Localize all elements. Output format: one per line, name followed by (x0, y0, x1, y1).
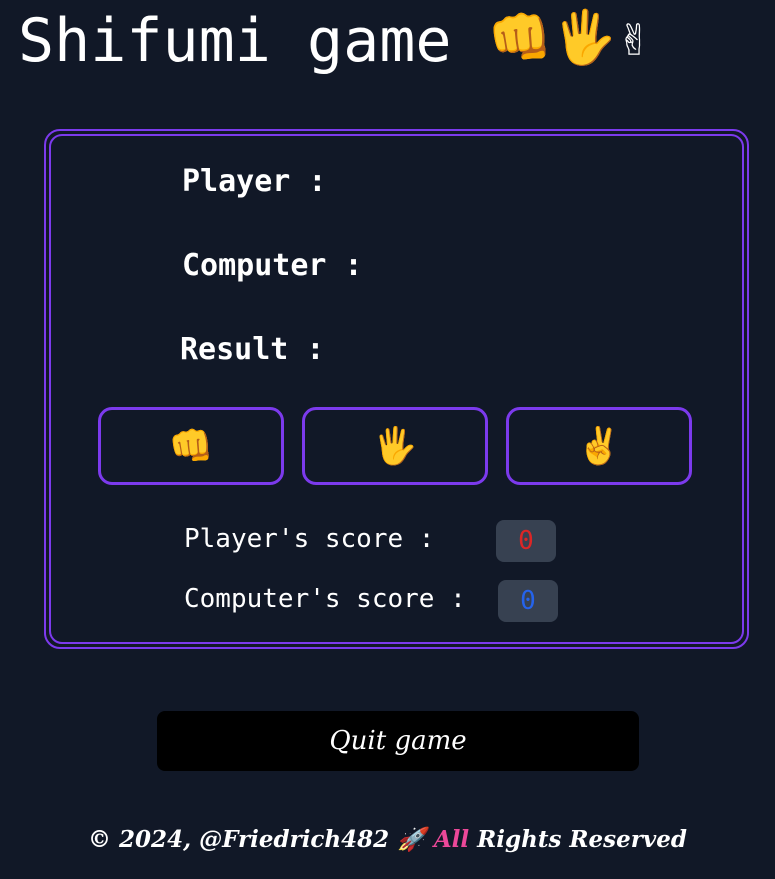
footer-suffix: Rights Reserved (469, 826, 687, 853)
hand-icon: 🖐 (372, 425, 418, 466)
scissors-button[interactable]: ✌ (506, 407, 692, 485)
computer-score-value: 0 (520, 586, 536, 616)
computer-choice-row: Computer : (182, 248, 363, 283)
fist-icon: 👊 (168, 425, 214, 466)
result-row: Result : (180, 332, 325, 367)
result-label: Result : (180, 332, 325, 367)
paper-button[interactable]: 🖐 (302, 407, 488, 485)
computer-score-label: Computer's score : (184, 584, 466, 614)
computer-score-badge: 0 (498, 580, 558, 622)
player-score-badge: 0 (496, 520, 556, 562)
player-score-value: 0 (518, 526, 534, 556)
game-card-inner-border (49, 134, 744, 644)
rock-button[interactable]: 👊 (98, 407, 284, 485)
fist-icon: 👊 (487, 8, 553, 68)
quit-game-button[interactable]: Quit game (157, 711, 639, 771)
footer-prefix: © 2024, @Friedrich482 🚀 (88, 826, 434, 853)
player-choice-row: Player : (182, 164, 327, 199)
victory-icon: ✌ (576, 425, 622, 466)
page-title: Shifumi game 👊🖐✌ (18, 0, 648, 81)
game-card: Player : Computer : Result : 👊 🖐 ✌ Playe… (44, 129, 749, 649)
footer: © 2024, @Friedrich482 🚀 All Rights Reser… (0, 826, 775, 853)
player-score-label: Player's score : (184, 524, 435, 554)
hand-icon: 🖐 (552, 8, 618, 68)
victory-icon: ✌ (617, 8, 649, 68)
footer-highlight: All (433, 826, 470, 853)
computer-choice-label: Computer : (182, 248, 363, 283)
title-text: Shifumi game (18, 6, 452, 76)
player-choice-label: Player : (182, 164, 327, 199)
